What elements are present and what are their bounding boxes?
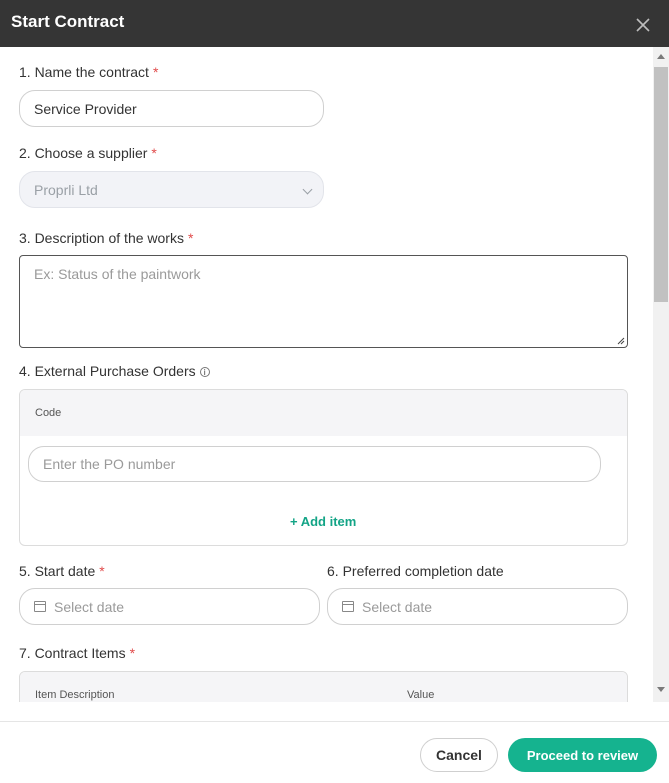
modal-body: 1. Name the contract * Service Provider 2… xyxy=(0,47,653,702)
resize-handle-icon[interactable] xyxy=(617,337,625,345)
close-icon[interactable] xyxy=(635,17,651,33)
required-marker: * xyxy=(187,230,194,246)
scroll-down-arrow-icon[interactable] xyxy=(657,687,665,692)
po-number-input[interactable]: Enter the PO number xyxy=(28,446,601,482)
column-value: Value xyxy=(407,689,435,701)
completion-date-label: 6. Preferred completion date xyxy=(327,563,504,579)
supplier-label: 2. Choose a supplier * xyxy=(19,145,157,161)
completion-date-input[interactable]: Select date xyxy=(327,588,628,625)
contract-items-card: Item Description Value xyxy=(19,671,628,702)
contract-name-value: Service Provider xyxy=(34,100,137,117)
po-column-code: Code xyxy=(35,407,62,419)
contract-name-label: 1. Name the contract * xyxy=(19,64,159,80)
modal-header: Start Contract xyxy=(0,0,669,47)
contract-name-input[interactable]: Service Provider xyxy=(19,90,324,127)
scrollbar[interactable] xyxy=(653,47,669,702)
description-textarea[interactable]: Ex: Status of the paintwork xyxy=(19,255,628,348)
required-marker: * xyxy=(129,645,136,661)
supplier-value: Proprli Ltd xyxy=(34,181,98,198)
completion-date-placeholder: Select date xyxy=(362,598,433,615)
required-marker: * xyxy=(152,64,159,80)
contract-items-header: Item Description Value xyxy=(20,672,627,702)
calendar-icon xyxy=(342,601,354,612)
required-marker: * xyxy=(151,145,157,161)
chevron-down-icon xyxy=(302,184,313,195)
description-label: 3. Description of the works * xyxy=(19,230,194,246)
proceed-to-review-button[interactable]: Proceed to review xyxy=(508,738,657,772)
start-date-label: 5. Start date * xyxy=(19,563,105,579)
start-date-placeholder: Select date xyxy=(54,598,125,615)
scroll-up-arrow-icon[interactable] xyxy=(657,54,665,59)
start-date-input[interactable]: Select date xyxy=(19,588,320,625)
cancel-button[interactable]: Cancel xyxy=(420,738,498,772)
column-item-description: Item Description xyxy=(35,689,115,701)
calendar-icon xyxy=(34,601,46,612)
description-placeholder: Ex: Status of the paintwork xyxy=(34,266,201,282)
supplier-select[interactable]: Proprli Ltd xyxy=(19,171,324,208)
po-table-header: Code xyxy=(20,390,627,436)
required-marker: * xyxy=(99,563,105,579)
purchase-orders-label: 4. External Purchase Orders i xyxy=(19,363,210,379)
info-icon[interactable]: i xyxy=(199,367,210,377)
scrollbar-thumb[interactable] xyxy=(654,67,668,302)
po-number-placeholder: Enter the PO number xyxy=(43,456,176,472)
purchase-orders-card: Code Enter the PO number + Add item xyxy=(19,389,628,546)
contract-items-label: 7. Contract Items * xyxy=(19,645,136,661)
modal-title: Start Contract xyxy=(11,12,125,31)
add-item-button[interactable]: + Add item xyxy=(290,514,356,529)
modal-footer: Cancel Proceed to review xyxy=(0,721,669,783)
